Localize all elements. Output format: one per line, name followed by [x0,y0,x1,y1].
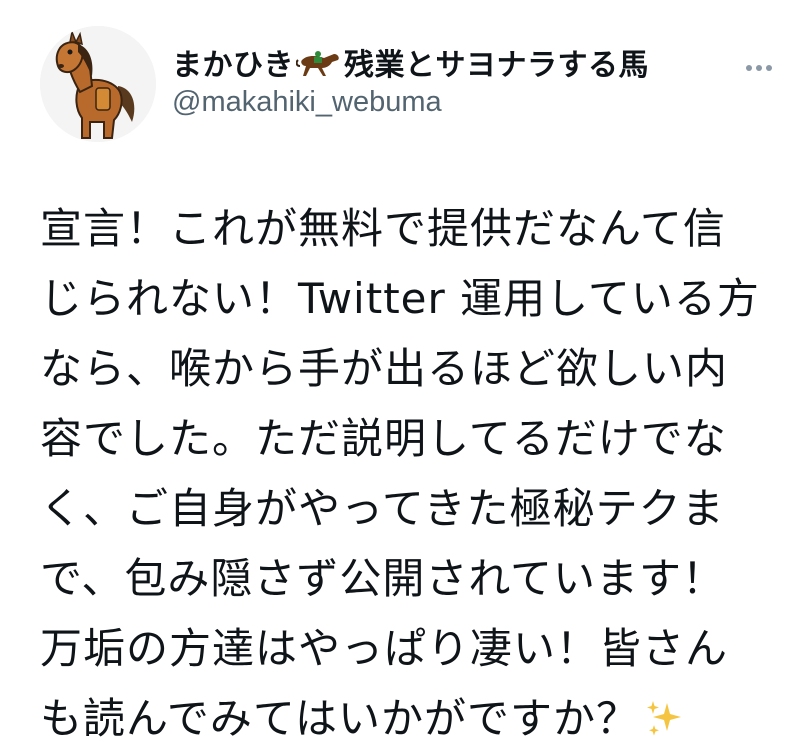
avatar[interactable] [40,26,156,142]
display-name-part2: 残業とサヨナラする馬 [344,48,649,83]
sparkles-emoji-icon [647,701,682,736]
tweet-line: で、包み隠さず公開されています！ [40,554,726,603]
tweet: まかひき 残業とサヨナラする馬 @makahiki_webuma 宣言！これが無… [0,0,801,748]
tweet-line: も読んでみてはいかがですか？ [40,694,640,743]
display-name[interactable]: まかひき 残業とサヨナラする馬 [172,42,649,83]
tweet-header: まかひき 残業とサヨナラする馬 @makahiki_webuma [40,26,780,146]
tweet-line: 容でした。ただ説明してるだけでな [40,414,727,463]
display-name-part1: まかひき [172,48,294,83]
more-dots-icon[interactable] [746,56,780,71]
tweet-line: じられない！Twitter 運用している方 [40,274,760,323]
tweet-line: く、ご自身がやってきた極秘テクま [40,484,725,533]
horse-avatar-image [40,26,156,142]
author-handle[interactable]: @makahiki_webuma [172,86,649,119]
tweet-line: 宣言！これが無料で提供だなんて信 [40,204,726,253]
racehorse-emoji-icon [296,51,339,76]
tweet-line: なら、喉から手が出るほど欲しい内 [40,344,729,393]
tweet-line-last: も読んでみてはいかがですか？ [40,684,775,754]
tweet-text: 宣言！これが無料で提供だなんて信 じられない！Twitter 運用している方 な… [40,194,775,754]
tweet-line: 万垢の方達はやっぱり凄い！皆さん [40,624,729,673]
author-names: まかひき 残業とサヨナラする馬 @makahiki_webuma [172,42,649,119]
